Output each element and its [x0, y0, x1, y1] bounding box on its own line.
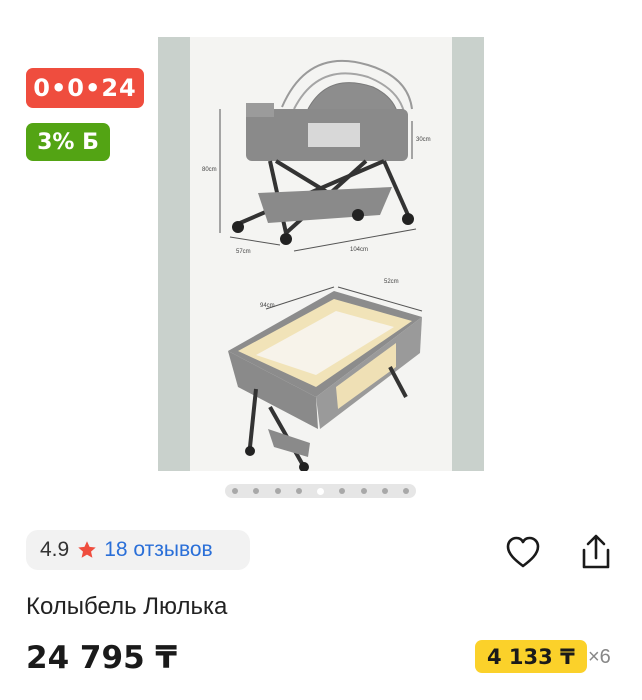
rating-value: 4.9	[40, 538, 70, 561]
timer-badge: 0•0•24	[26, 68, 144, 108]
svg-text:80cm: 80cm	[202, 167, 217, 173]
reviews-link[interactable]: 18 отзывов	[104, 538, 213, 562]
pagination-dot[interactable]	[339, 488, 346, 494]
favorite-button[interactable]	[503, 532, 543, 572]
pagination-dot[interactable]	[381, 488, 388, 494]
pagination-dot[interactable]	[274, 488, 281, 494]
svg-text:57cm: 57cm	[236, 249, 251, 255]
gallery-pagination[interactable]	[225, 484, 416, 498]
svg-text:104cm: 104cm	[350, 247, 368, 253]
svg-text:52cm: 52cm	[384, 279, 399, 285]
bonus-badge: 3% Б	[26, 123, 110, 161]
pagination-dot[interactable]	[253, 488, 260, 494]
crib-illustration: 80cm 30cm 57cm 104cm 94cm 52cm	[202, 59, 431, 471]
product-title: Колыбель Люлька	[26, 593, 228, 620]
rating-chip[interactable]: 4.9 18 отзывов	[26, 530, 250, 570]
installment-months: ×6	[588, 646, 611, 668]
pagination-dot[interactable]	[360, 488, 367, 494]
svg-text:30cm: 30cm	[416, 137, 431, 143]
pagination-dot[interactable]	[295, 488, 302, 494]
pagination-dot[interactable]	[403, 488, 409, 494]
installment-badge[interactable]: 4 133 ₸	[475, 640, 587, 673]
product-gallery[interactable]: 80cm 30cm 57cm 104cm 94cm 52cm 0•0•24 3%…	[0, 0, 642, 510]
pagination-dot[interactable]	[232, 488, 238, 494]
product-photo[interactable]: 80cm 30cm 57cm 104cm 94cm 52cm	[158, 37, 484, 471]
share-button[interactable]	[576, 532, 616, 572]
star-icon	[78, 541, 96, 558]
heart-icon	[506, 536, 540, 568]
svg-text:94cm: 94cm	[260, 303, 275, 309]
product-price: 24 795 ₸	[26, 640, 178, 676]
share-icon	[582, 534, 610, 569]
pagination-dot-active[interactable]	[317, 487, 324, 495]
